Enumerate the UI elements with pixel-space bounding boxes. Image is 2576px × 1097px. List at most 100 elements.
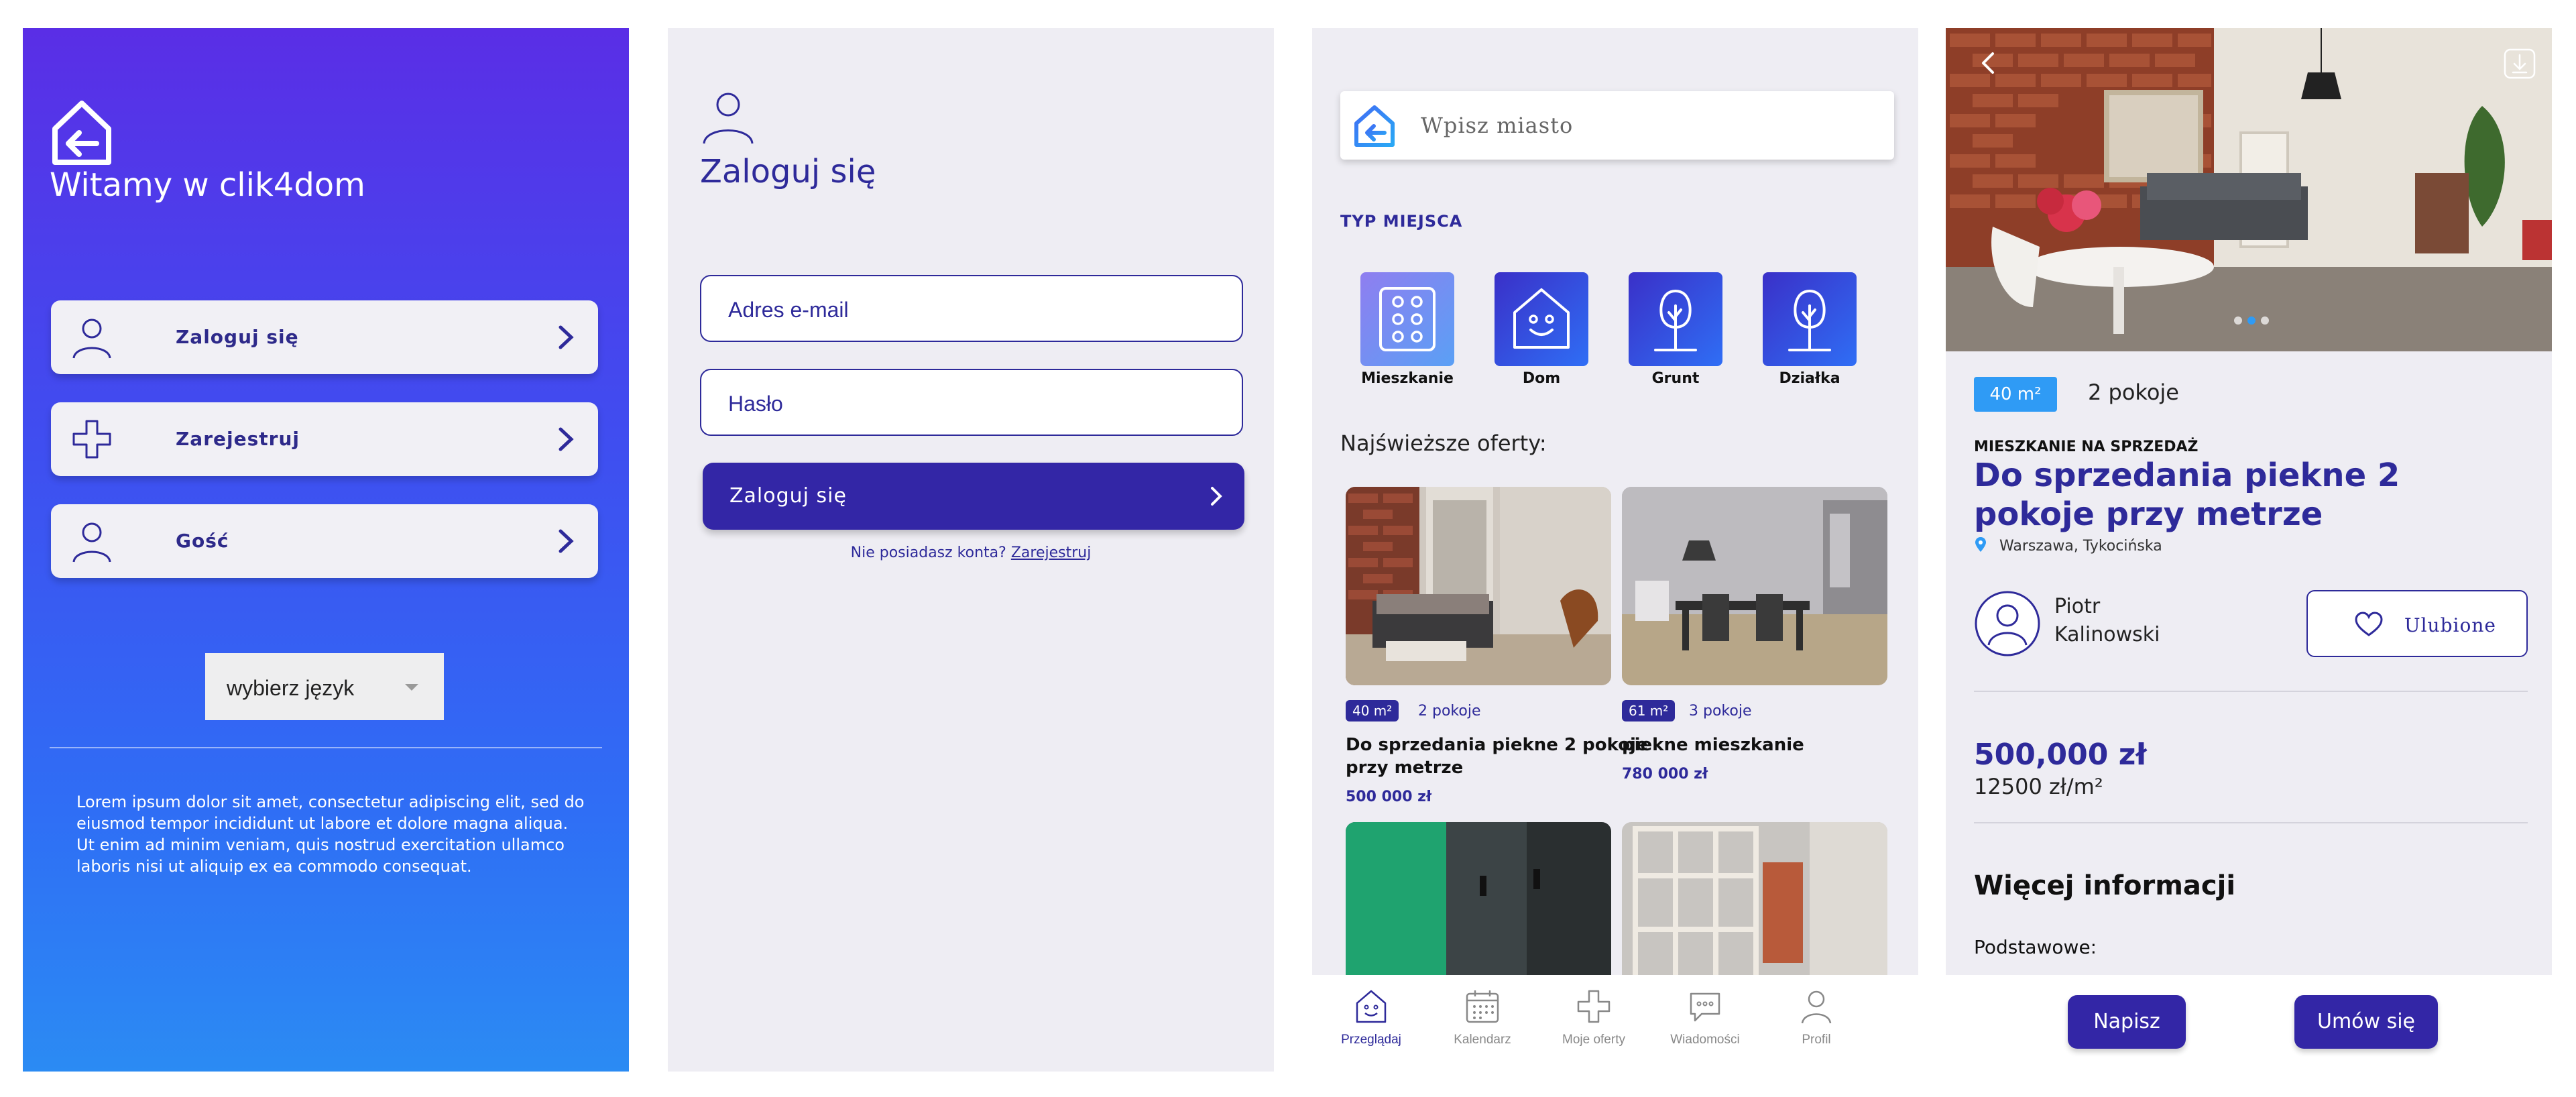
write-button[interactable]: Napisz: [2068, 995, 2186, 1049]
chevron-right-icon: [559, 325, 574, 349]
login-button-label: Zaloguj się: [729, 484, 847, 508]
dining-room-photo: [1622, 487, 1887, 685]
agent-first-name: Piotr: [2054, 595, 2101, 618]
price: 500,000 zł: [1974, 738, 2147, 772]
search-placeholder: Wpisz miasto: [1421, 113, 1574, 138]
login-screen: Zaloguj się Adres e-mail Hasło Zaloguj s…: [668, 28, 1274, 1072]
chat-icon: [1690, 992, 1720, 1022]
house-face-icon: [1356, 990, 1387, 1023]
guest-menu-button[interactable]: Gość: [51, 504, 598, 578]
rooms-text: 2 pokoje: [1418, 703, 1481, 719]
email-field[interactable]: Adres e-mail: [700, 275, 1243, 342]
chevron-right-icon: [559, 427, 574, 451]
price-per-m2: 12500 zł/m²: [1974, 774, 2103, 799]
rooms-text: 2 pokoje: [2088, 380, 2179, 405]
no-account-text: Nie posiadasz konta? Zarejestruj: [668, 544, 1274, 561]
more-info-heading: Więcej informacji: [1974, 870, 2236, 901]
offer-image[interactable]: [1346, 487, 1611, 685]
tab-profile[interactable]: Profil: [1763, 988, 1870, 1047]
location-text: Warszawa, Tykocińska: [1999, 538, 2162, 555]
area-badge: 40 m²: [1346, 700, 1399, 721]
welcome-screen: Witamy w clik4dom Zaloguj się Zarejestru…: [23, 28, 629, 1072]
offer-image[interactable]: [1346, 822, 1611, 996]
type-plot-tile[interactable]: [1763, 272, 1857, 366]
user-icon: [703, 93, 754, 144]
tab-my-offers[interactable]: Moje oferty: [1540, 988, 1647, 1047]
page-title: Zaloguj się: [700, 153, 876, 190]
tab-browse[interactable]: Przeglądaj: [1318, 988, 1425, 1047]
room-photo: [1346, 822, 1611, 996]
carousel-dot[interactable]: [2261, 316, 2269, 325]
basic-info-label: Podstawowe:: [1974, 936, 2097, 958]
no-account-label: Nie posiadasz konta?: [850, 544, 1006, 561]
carousel-dot-active[interactable]: [2247, 316, 2256, 325]
tab-label: Moje oferty: [1562, 1033, 1625, 1047]
language-select-value: wybierz język: [227, 676, 355, 700]
offer-title[interactable]: Do sprzedania piekne 2 pokoje przy metrz…: [1346, 734, 1648, 779]
register-menu-button[interactable]: Zarejestruj: [51, 402, 598, 476]
tab-label: Przeglądaj: [1341, 1033, 1401, 1047]
login-menu-label: Zaloguj się: [176, 326, 299, 348]
area-badge: 61 m²: [1622, 700, 1676, 721]
email-placeholder: Adres e-mail: [728, 298, 849, 322]
login-menu-button[interactable]: Zaloguj się: [51, 300, 598, 374]
avatar[interactable]: [1974, 590, 2041, 657]
description-text: Lorem ipsum dolor sit amet, consectetur …: [76, 793, 585, 876]
living-room-photo: [1946, 28, 2552, 351]
guest-menu-label: Gość: [176, 530, 229, 552]
offer-type: MIESZKANIE NA SPRZEDAŻ: [1974, 439, 2199, 455]
type-label: Grunt: [1651, 370, 1700, 387]
offer-title-line: Do sprzedania piekne 2 pokoje: [1346, 735, 1648, 755]
offer-detail-screen: 40 m² 2 pokoje MIESZKANIE NA SPRZEDAŻ Do…: [1946, 28, 2552, 1072]
bottom-tab-bar: Przeglądaj Kalendarz Moje oferty Wiadomo…: [1312, 975, 1918, 1072]
bedroom-photo: [1346, 487, 1611, 685]
agent-last-name: Kalinowski: [2054, 623, 2160, 646]
password-placeholder: Hasło: [728, 392, 783, 416]
tab-label: Kalendarz: [1454, 1033, 1511, 1047]
welcome-title: Witamy w clik4dom: [50, 166, 365, 204]
tab-calendar[interactable]: Kalendarz: [1429, 988, 1536, 1047]
carousel-dot[interactable]: [2234, 316, 2242, 325]
offer-photo[interactable]: [1946, 28, 2552, 351]
tab-label: Wiadomości: [1670, 1033, 1740, 1047]
appointment-button[interactable]: Umów się: [2294, 995, 2438, 1049]
user-icon: [72, 522, 111, 563]
shelf-photo: [1622, 822, 1887, 996]
login-button[interactable]: Zaloguj się: [703, 463, 1244, 530]
house-face-icon: [1513, 288, 1570, 349]
dropdown-arrow-icon: [405, 684, 418, 691]
offer-title[interactable]: piekne mieszkanie: [1622, 734, 1804, 756]
tree-icon: [1654, 289, 1697, 351]
language-select[interactable]: wybierz język: [205, 653, 444, 720]
favorite-button[interactable]: Ulubione: [2306, 590, 2528, 657]
type-land-tile[interactable]: [1629, 272, 1722, 366]
download-icon[interactable]: [2502, 46, 2537, 80]
offer-title-line: przy metrze: [1346, 758, 1464, 778]
agent-name: Piotr Kalinowski: [2054, 593, 2160, 649]
offer-price: 500 000 zł: [1346, 789, 1432, 805]
place-type-heading: TYP MIEJSCA: [1340, 212, 1463, 231]
heart-icon: [2355, 612, 2383, 636]
back-arrow-icon[interactable]: [1975, 50, 2002, 76]
user-icon: [72, 319, 111, 359]
register-menu-label: Zarejestruj: [176, 428, 300, 450]
type-apartment-tile[interactable]: [1360, 272, 1454, 366]
latest-offers-heading: Najświeższe oferty:: [1340, 430, 1547, 456]
city-search-input[interactable]: Wpisz miasto: [1340, 91, 1894, 160]
house-logo-icon: [1354, 105, 1395, 147]
tab-messages[interactable]: Wiadomości: [1651, 988, 1759, 1047]
action-bar: Napisz Umów się: [1946, 975, 2552, 1072]
type-house-tile[interactable]: [1495, 272, 1588, 366]
divider: [1974, 822, 2528, 823]
offer-image[interactable]: [1622, 487, 1887, 685]
offer-image[interactable]: [1622, 822, 1887, 996]
type-label: Mieszkanie: [1361, 370, 1454, 387]
favorite-button-label: Ulubione: [2404, 614, 2496, 636]
offer-title: Do sprzedania piekne 2 pokoje przy metrz…: [1974, 457, 2400, 533]
register-link[interactable]: Zarejestruj: [1011, 544, 1092, 561]
password-field[interactable]: Hasło: [700, 369, 1243, 436]
plus-icon: [1577, 990, 1611, 1023]
area-badge: 40 m²: [1974, 377, 2057, 412]
user-icon: [1801, 990, 1832, 1024]
chevron-right-icon: [1211, 487, 1222, 506]
